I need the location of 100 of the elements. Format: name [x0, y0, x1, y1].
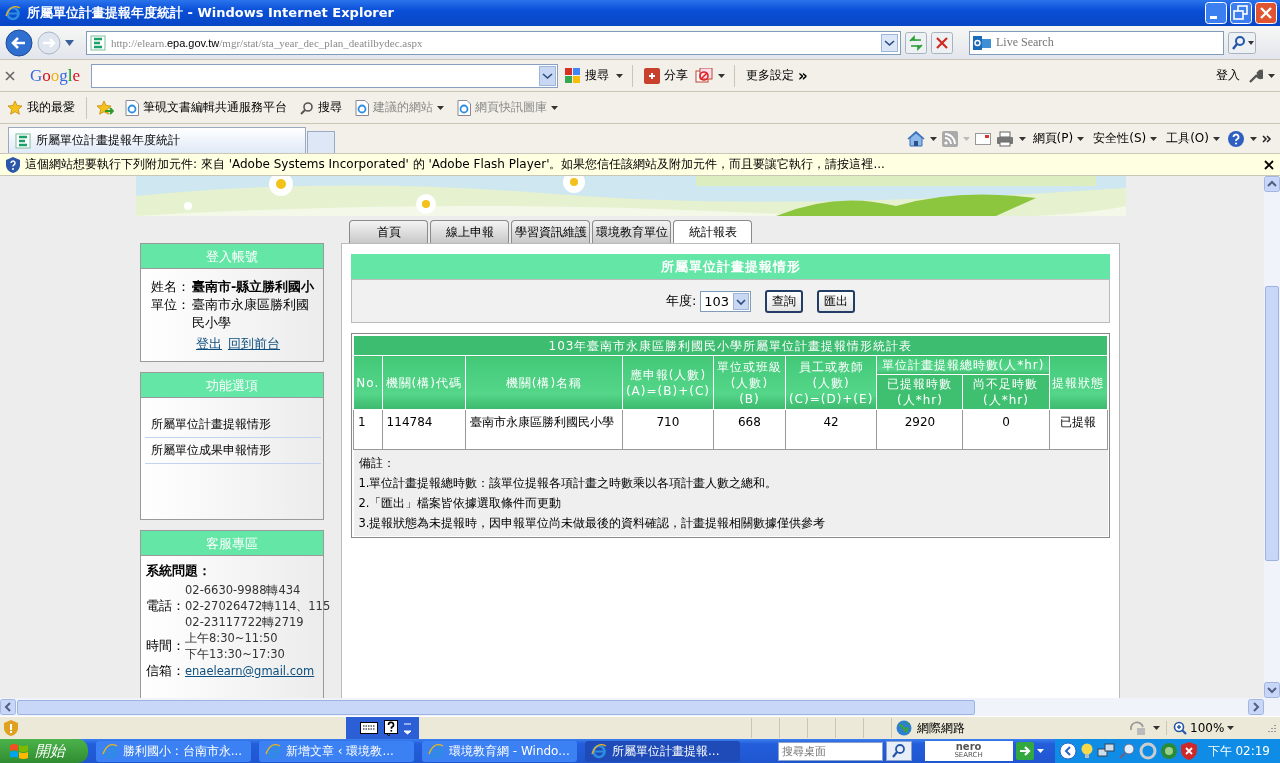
close-icon[interactable]: [1264, 159, 1274, 170]
sign-in-button[interactable]: 登入: [1214, 65, 1242, 86]
stop-button[interactable]: [931, 31, 953, 54]
table-cell: 1: [353, 409, 383, 450]
collapse-icon[interactable]: [1058, 742, 1077, 760]
browser-icon: [102, 743, 118, 759]
more-settings-button[interactable]: 更多設定 »: [744, 64, 810, 87]
shield-icon[interactable]: [1180, 742, 1197, 760]
column-header: 已提報時數 (人*hr): [876, 374, 963, 410]
minimize-button[interactable]: [1205, 2, 1227, 24]
network-icon[interactable]: [1096, 742, 1115, 760]
share-icon: [644, 67, 661, 84]
table-cell: 42: [785, 409, 877, 450]
link[interactable]: 登出: [196, 335, 222, 353]
nav-tab[interactable]: 學習資訊維護: [511, 220, 590, 243]
zoom-icon: [1173, 721, 1187, 735]
nav-tab[interactable]: 環境教育單位: [592, 220, 671, 243]
arrow-left-icon: [0, 699, 16, 715]
section-heading: 系統問題：: [146, 562, 212, 580]
taskbar-button[interactable]: 所屬單位計畫提報...: [585, 740, 740, 762]
search-button[interactable]: [885, 741, 912, 761]
taskbar-button[interactable]: 新增文章 ‹ 環境教...: [259, 740, 414, 762]
year-select[interactable]: 103: [700, 290, 752, 312]
search-field[interactable]: Live Search: [969, 30, 1224, 55]
mail-icon[interactable]: [974, 132, 991, 145]
caret-icon[interactable]: [1150, 136, 1158, 141]
back-button[interactable]: [5, 28, 33, 57]
arrow-down-icon: [1264, 682, 1280, 698]
caret-icon[interactable]: [1153, 726, 1160, 730]
email-link[interactable]: enaelearn@gmail.com: [185, 664, 315, 678]
clock: 下午 02:19: [1207, 742, 1270, 760]
browser-tab[interactable]: 所屬單位計畫提報年度統計: [8, 127, 306, 153]
taskbar-button[interactable]: 環境教育網 - Windo...: [422, 740, 577, 762]
form-button[interactable]: 查詢: [765, 289, 804, 313]
search-button[interactable]: [1228, 31, 1256, 54]
dropdown-button[interactable]: [881, 33, 898, 52]
wrench-icon[interactable]: [1247, 67, 1263, 84]
nav-tab[interactable]: 統計報表: [673, 220, 752, 244]
zoom-button[interactable]: 100%: [1166, 721, 1258, 735]
blocked-popup-icon[interactable]: [695, 67, 714, 84]
table-cell: 臺南市永康區勝利國民小學: [465, 409, 623, 450]
menu-button[interactable]: 工具(O): [1164, 128, 1222, 149]
menu-item[interactable]: 所屬單位計畫提報情形: [145, 412, 321, 438]
info-bar[interactable]: 這個網站想要執行下列附加元件: 來自 'Adobe Systems Incorporated' 的 'Adobe Flash Player'。如果您信任該網站及附加元件，而且要讓它執行，請按這裡...: [0, 154, 1280, 176]
menu-item[interactable]: 所屬單位成果申報情形: [145, 438, 321, 464]
favorite-link[interactable]: 筆硯文書編輯共通服務平台: [123, 97, 289, 118]
scrollbar-thumb[interactable]: [17, 699, 975, 715]
scrollbar-thumb[interactable]: [1265, 286, 1279, 561]
help-icon[interactable]: [1227, 129, 1245, 148]
field-label: 單位：: [151, 296, 190, 314]
caret-icon[interactable]: [65, 39, 74, 46]
favorites-button[interactable]: 我的最愛: [5, 97, 77, 118]
menu-button[interactable]: 安全性(S): [1091, 128, 1160, 149]
caret-icon[interactable]: [929, 136, 937, 141]
link[interactable]: 回到前台: [228, 335, 280, 353]
caret-icon[interactable]: [1213, 136, 1220, 141]
table-cell: 已提報: [1049, 409, 1108, 450]
address-field[interactable]: http://elearn.epa.gov.tw/mgr/stat/sta_year_dec_plan_deatilbydec.aspx: [86, 30, 901, 55]
dropdown-button[interactable]: [539, 65, 557, 86]
desktop-search-field[interactable]: 搜尋桌面: [777, 741, 883, 761]
nav-tab[interactable]: 線上申報: [430, 220, 509, 243]
refresh-button[interactable]: [905, 31, 927, 54]
caret-icon[interactable]: [1018, 136, 1026, 141]
magnifier-icon[interactable]: [1117, 742, 1136, 760]
caret-icon[interactable]: [1268, 73, 1275, 78]
caret-icon[interactable]: [1036, 749, 1044, 753]
printer-icon[interactable]: [995, 130, 1014, 147]
taskbar-button[interactable]: 勝利國小 : 台南市永...: [96, 740, 251, 762]
star-icon: [7, 99, 23, 116]
close-button[interactable]: [1255, 2, 1277, 24]
shield-warning-icon: [4, 720, 18, 736]
caret-icon[interactable]: [1077, 136, 1085, 141]
caret-icon[interactable]: [718, 73, 726, 78]
vertical-scrollbar[interactable]: [1264, 176, 1280, 698]
caret-icon[interactable]: [1227, 726, 1235, 730]
favorite-link[interactable]: 搜尋: [298, 97, 344, 118]
arrow-right-icon[interactable]: [1015, 742, 1034, 760]
options-icon: [404, 721, 411, 735]
chevron-icon[interactable]: [1262, 134, 1272, 143]
search-button[interactable]: 搜尋: [563, 65, 612, 86]
window-title: 所屬單位計畫提報年度統計 - Windows Internet Explorer: [27, 4, 394, 22]
search-field[interactable]: [91, 63, 559, 88]
caret-icon[interactable]: [616, 73, 624, 78]
field-label: 姓名：: [151, 278, 190, 296]
squares-icon: [565, 67, 582, 84]
home-icon[interactable]: [906, 130, 925, 147]
caret-icon[interactable]: [1250, 136, 1257, 141]
nav-tab[interactable]: 首頁: [349, 220, 428, 243]
column-header: 提報狀態: [1049, 355, 1108, 410]
language-bar[interactable]: [346, 717, 419, 739]
browser-icon: [5, 5, 21, 21]
share-button[interactable]: 分享: [642, 65, 691, 86]
field-label: 信箱：: [146, 662, 185, 680]
horizontal-scrollbar[interactable]: [0, 698, 1280, 716]
arrow-right-icon: [1248, 699, 1264, 715]
form-button[interactable]: 匯出: [817, 289, 856, 313]
menu-button[interactable]: 網頁(P): [1030, 128, 1087, 149]
url-text: http://elearn.epa.gov.tw/mgr/stat/sta_year_dec_plan_deatilbydec.aspx: [111, 36, 423, 49]
restore-button[interactable]: [1230, 2, 1252, 24]
add-favorite-icon[interactable]: [96, 99, 114, 116]
